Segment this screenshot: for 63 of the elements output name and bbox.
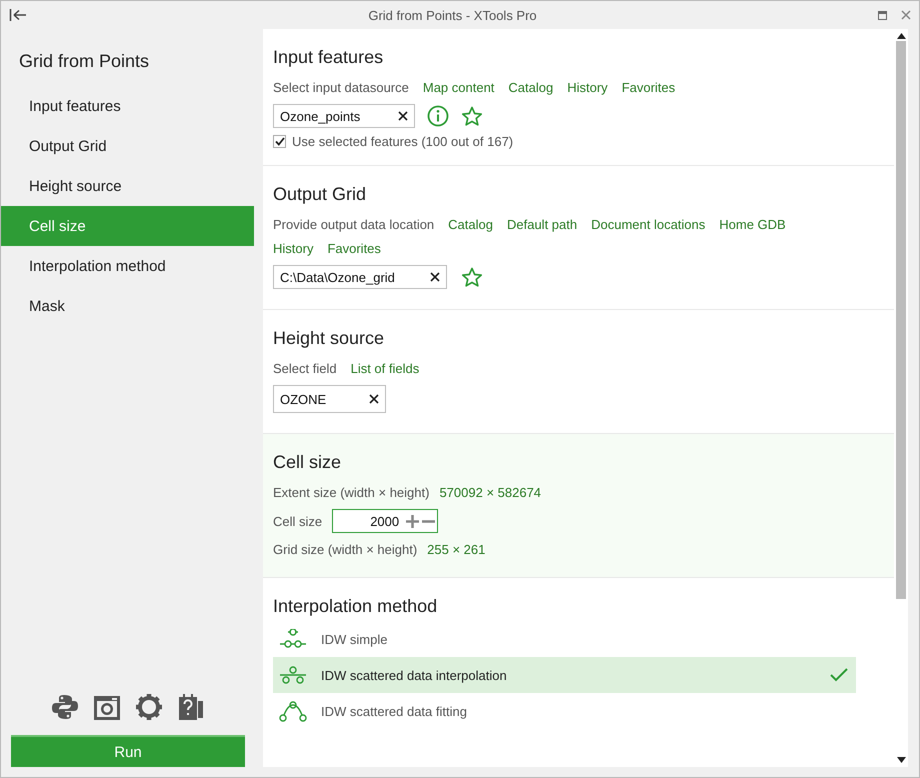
- method-option[interactable]: IDW scattered data fitting: [273, 693, 856, 729]
- output-path-field[interactable]: C:\Data\Ozone_grid: [273, 265, 447, 289]
- grid-size-label: Grid size (width × height): [273, 542, 418, 557]
- checkbox-label: Use selected features (100 out of 167): [292, 134, 514, 149]
- plus-icon[interactable]: [406, 514, 420, 528]
- prompt-label: Select field: [273, 361, 337, 376]
- method-option[interactable]: IDW scattered data interpolation: [273, 657, 856, 693]
- clear-icon[interactable]: [398, 111, 408, 121]
- link[interactable]: Catalog: [508, 80, 554, 95]
- prompt-label: Select input datasource: [273, 80, 409, 95]
- sidebar-item[interactable]: Height source: [1, 166, 254, 206]
- sidebar-item[interactable]: Cell size: [1, 206, 254, 246]
- sidebar-item[interactable]: Input features: [1, 86, 254, 126]
- points-icon: [279, 629, 307, 649]
- section-title: Interpolation method: [273, 596, 438, 617]
- settings-icon[interactable]: [134, 693, 162, 721]
- field-select[interactable]: OZONE: [273, 385, 386, 413]
- star-icon[interactable]: [461, 266, 483, 288]
- clear-icon[interactable]: [430, 272, 440, 282]
- clear-icon[interactable]: [369, 394, 379, 404]
- grid-size-value: 255 × 261: [427, 542, 486, 557]
- link[interactable]: List of fields: [350, 361, 420, 376]
- sidebar-item[interactable]: Mask: [1, 286, 254, 326]
- scroll-up-icon[interactable]: [896, 33, 906, 39]
- cell-size-field[interactable]: 2000: [332, 509, 438, 533]
- camera-icon[interactable]: [92, 693, 120, 721]
- prompt-label: Provide output data location: [273, 217, 434, 232]
- scrollbar-thumb[interactable]: [896, 41, 906, 599]
- section-title: Output Grid: [273, 184, 368, 205]
- window-title: Grid from Points - XTools Pro: [367, 8, 538, 22]
- scroll-down-icon[interactable]: [896, 757, 906, 763]
- extent-label: Extent size (width × height): [273, 485, 430, 500]
- run-button[interactable]: Run: [11, 735, 245, 767]
- points-icon: [279, 665, 307, 685]
- help-notebook-icon[interactable]: [176, 693, 204, 721]
- check-icon: [830, 668, 848, 682]
- link[interactable]: Favorites: [327, 241, 381, 256]
- link[interactable]: Home GDB: [719, 217, 786, 232]
- curve-icon: [279, 700, 307, 722]
- link[interactable]: History: [567, 80, 608, 95]
- cell-size-label: Cell size: [273, 514, 322, 528]
- input-field[interactable]: Ozone_points: [273, 104, 415, 128]
- python-icon[interactable]: [50, 693, 78, 721]
- close-icon[interactable]: [901, 10, 911, 20]
- checkbox[interactable]: [273, 135, 286, 148]
- collapse-icon[interactable]: [9, 9, 27, 21]
- link[interactable]: Document locations: [591, 217, 706, 232]
- link[interactable]: History: [273, 241, 314, 256]
- extent-value: 570092 × 582674: [439, 485, 542, 500]
- link[interactable]: Catalog: [448, 217, 493, 232]
- section-title: Height source: [273, 328, 386, 349]
- method-option[interactable]: IDW simple: [273, 621, 856, 657]
- link[interactable]: Map content: [422, 80, 494, 95]
- info-icon[interactable]: [427, 105, 449, 127]
- section-title: Input features: [273, 47, 384, 68]
- sidebar-title: Grid from Points: [18, 50, 150, 73]
- maximize-icon[interactable]: [878, 10, 887, 20]
- link[interactable]: Favorites: [622, 80, 676, 95]
- sidebar-item[interactable]: Output Grid: [1, 126, 254, 166]
- sidebar-item[interactable]: Interpolation method: [1, 246, 254, 286]
- section-title: Cell size: [273, 452, 342, 473]
- star-icon[interactable]: [461, 106, 483, 126]
- link[interactable]: Default path: [506, 217, 578, 232]
